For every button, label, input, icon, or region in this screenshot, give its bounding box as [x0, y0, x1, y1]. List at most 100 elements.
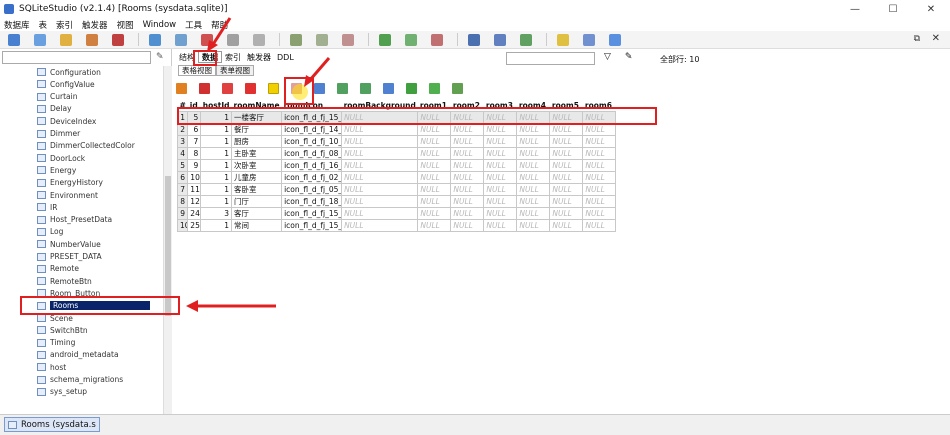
tree-item-table[interactable]: Curtain: [37, 91, 77, 103]
grid-cell[interactable]: 5: [187, 110, 202, 124]
grid-cell[interactable]: NULL: [417, 134, 452, 148]
grid-cell[interactable]: NULL: [341, 146, 419, 160]
apply-changes-icon[interactable]: [268, 82, 279, 94]
insert-row-icon[interactable]: [222, 82, 233, 94]
grid-cell[interactable]: 1: [200, 182, 232, 196]
table-row[interactable]: 371厨房icon_fl_d_fj_10_onNULLNULLNULLNULLN…: [176, 134, 617, 148]
grid-cell[interactable]: NULL: [417, 206, 452, 220]
grid-cell[interactable]: NULL: [417, 218, 452, 232]
tree-item-table[interactable]: ConfigValue: [37, 78, 95, 90]
grid-cell[interactable]: 10: [187, 170, 202, 184]
grid-cell[interactable]: NULL: [483, 134, 518, 148]
grid-cell[interactable]: NULL: [582, 182, 617, 196]
grid-cell[interactable]: icon_fl_d_fj_02_on: [281, 170, 343, 184]
grid-cell[interactable]: NULL: [582, 158, 617, 172]
scrollbar-thumb[interactable]: [165, 176, 171, 316]
grid-cell[interactable]: NULL: [417, 194, 452, 208]
delete-table-icon[interactable]: [201, 33, 213, 46]
grid-cell[interactable]: 8: [187, 146, 202, 160]
data-filter-input[interactable]: [506, 52, 595, 65]
tree-item-table[interactable]: Host_PresetData: [37, 214, 112, 226]
grid-cell[interactable]: NULL: [450, 170, 485, 184]
tab-triggers[interactable]: 触发器: [244, 51, 274, 63]
grid-cell[interactable]: NULL: [341, 134, 419, 148]
grid-cell[interactable]: NULL: [483, 218, 518, 232]
table-row[interactable]: 7111客卧室icon_fl_d_fj_05_onNULLNULLNULLNUL…: [176, 182, 617, 196]
grid-cell[interactable]: NULL: [582, 110, 617, 124]
sql-editor-icon[interactable]: [557, 33, 569, 46]
grid-cell[interactable]: icon_fl_d_fj_15_on: [281, 206, 343, 220]
minimize-button[interactable]: —: [836, 0, 874, 18]
grid-cell[interactable]: 1: [200, 134, 232, 148]
tree-item-table[interactable]: Log: [37, 226, 63, 238]
tree-item-table[interactable]: SwitchBtn: [37, 324, 88, 336]
grid-cell[interactable]: 1: [200, 122, 232, 136]
grid-cell[interactable]: NULL: [549, 110, 584, 124]
edit-column-icon[interactable]: [429, 82, 440, 94]
grid-cell[interactable]: 3: [200, 206, 232, 220]
grid-cell[interactable]: NULL: [341, 194, 419, 208]
maximize-button[interactable]: ☐: [874, 0, 912, 18]
edit-table-icon[interactable]: [175, 33, 187, 46]
column-header[interactable]: id: [187, 101, 201, 111]
grid-cell[interactable]: NULL: [417, 146, 452, 160]
grid-cell[interactable]: icon_fl_d_fj_15_on: [281, 110, 343, 124]
close-icon[interactable]: ✕: [932, 33, 940, 44]
tree-item-table[interactable]: NumberValue: [37, 238, 101, 250]
config-icon[interactable]: [583, 33, 595, 46]
menu-window[interactable]: Window: [143, 20, 177, 30]
menu-tools[interactable]: 工具: [185, 19, 202, 31]
refresh-icon[interactable]: [176, 82, 187, 94]
grid-cell[interactable]: NULL: [450, 122, 485, 136]
grid-cell[interactable]: NULL: [417, 182, 452, 196]
grid-cell[interactable]: NULL: [582, 134, 617, 148]
grid-cell[interactable]: NULL: [549, 194, 584, 208]
grid-cell[interactable]: 主卧室: [230, 146, 283, 160]
grid-cell[interactable]: NULL: [483, 170, 518, 184]
grid-cell[interactable]: icon_fl_d_fj_14_on: [281, 122, 343, 136]
grid-cell[interactable]: NULL: [341, 170, 419, 184]
edit-trigger-icon[interactable]: [405, 33, 417, 46]
tree-item-rooms[interactable]: Rooms: [37, 300, 150, 312]
tab-grid-view[interactable]: 表格视图: [178, 65, 216, 76]
grid-cell[interactable]: icon_fl_d_fj_10_on: [281, 134, 343, 148]
grid-cell[interactable]: NULL: [341, 218, 419, 232]
filter-icon[interactable]: ▽: [604, 52, 611, 62]
table-row[interactable]: 151一楼客厅icon_fl_d_fj_15_onNULLNULLNULLNUL…: [176, 110, 617, 124]
grid-cell[interactable]: icon_fl_d_fj_18_on: [281, 194, 343, 208]
close-button[interactable]: ✕: [912, 0, 950, 18]
tree-item-table[interactable]: IR: [37, 201, 57, 213]
grid-cell[interactable]: NULL: [549, 218, 584, 232]
tree-item-table[interactable]: Room_Button: [37, 287, 100, 299]
tab-structure[interactable]: 结构: [176, 51, 198, 63]
column-header[interactable]: hostId: [200, 101, 232, 111]
grid-cell[interactable]: icon_fl_d_fj_08_on: [281, 146, 343, 160]
tree-item-table[interactable]: RemoteBtn: [37, 275, 92, 287]
grid-cell[interactable]: 1: [200, 146, 232, 160]
grid-cell[interactable]: NULL: [516, 170, 551, 184]
grid-cell[interactable]: NULL: [549, 122, 584, 136]
grid-cell[interactable]: 11: [187, 182, 202, 196]
tree-scrollbar[interactable]: [163, 66, 172, 414]
grid-cell[interactable]: NULL: [483, 110, 518, 124]
grid-cell[interactable]: NULL: [450, 134, 485, 148]
import-table-icon[interactable]: [253, 33, 265, 46]
grid-cell[interactable]: NULL: [417, 110, 452, 124]
prev-page-icon[interactable]: [337, 82, 348, 94]
grid-cell[interactable]: NULL: [450, 182, 485, 196]
grid-cell[interactable]: NULL: [516, 122, 551, 136]
tab-ddl[interactable]: DDL: [274, 51, 297, 63]
menu-database[interactable]: 数据库: [4, 19, 30, 31]
clear-filter-icon[interactable]: ✎: [625, 52, 633, 62]
grid-cell[interactable]: NULL: [549, 158, 584, 172]
tree-item-table[interactable]: schema_migrations: [37, 374, 123, 386]
new-index-icon[interactable]: [290, 33, 302, 46]
tab-data[interactable]: 数据: [198, 51, 222, 63]
new-view-icon[interactable]: [468, 33, 480, 46]
first-page-icon[interactable]: [314, 82, 325, 94]
tree-item-table[interactable]: Scene: [37, 312, 73, 324]
tree-item-table[interactable]: Configuration: [37, 66, 101, 78]
grid-cell[interactable]: NULL: [450, 218, 485, 232]
grid-cell[interactable]: 25: [187, 218, 202, 232]
grid-cell[interactable]: NULL: [450, 146, 485, 160]
